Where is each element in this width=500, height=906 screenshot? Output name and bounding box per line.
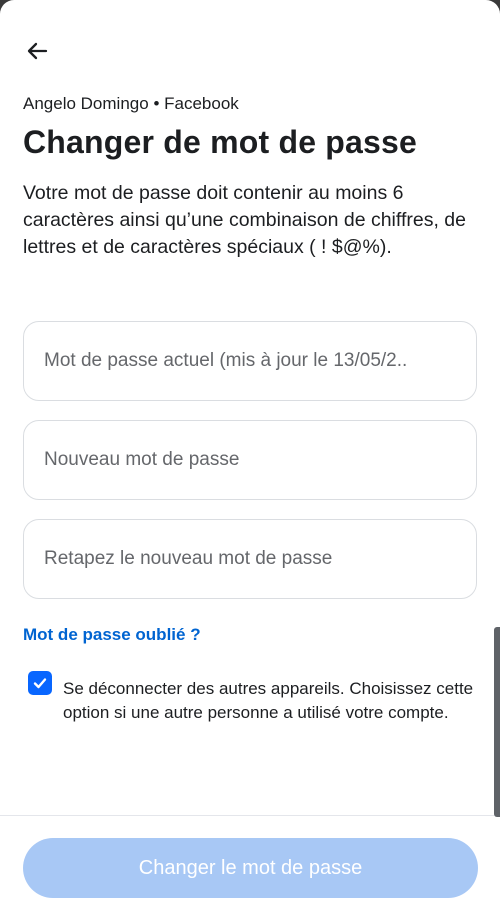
retype-password-input[interactable] — [23, 519, 477, 599]
forgot-password-link[interactable]: Mot de passe oublié ? — [23, 625, 201, 645]
logout-others-checkbox[interactable] — [28, 671, 52, 695]
scrollbar[interactable] — [494, 627, 500, 817]
account-separator: • — [153, 94, 160, 113]
change-password-button[interactable]: Changer le mot de passe — [23, 838, 478, 898]
password-requirements: Votre mot de passe doit contenir au moin… — [23, 182, 466, 258]
change-password-screen: Angelo Domingo • Facebook Changer de mot… — [0, 0, 500, 906]
page-title: Changer de mot de passe — [23, 124, 418, 160]
account-line: Angelo Domingo • Facebook — [23, 94, 239, 114]
logout-others-label: Se déconnecter des autres appareils. Cho… — [63, 679, 474, 722]
checkmark-icon — [33, 678, 47, 689]
current-password-input[interactable] — [23, 321, 477, 401]
account-name: Angelo Domingo — [23, 94, 149, 113]
new-password-input[interactable] — [23, 420, 477, 500]
arrow-left-icon — [27, 42, 48, 60]
back-button[interactable] — [22, 36, 52, 66]
account-service: Facebook — [164, 94, 239, 113]
footer-divider — [0, 815, 500, 816]
